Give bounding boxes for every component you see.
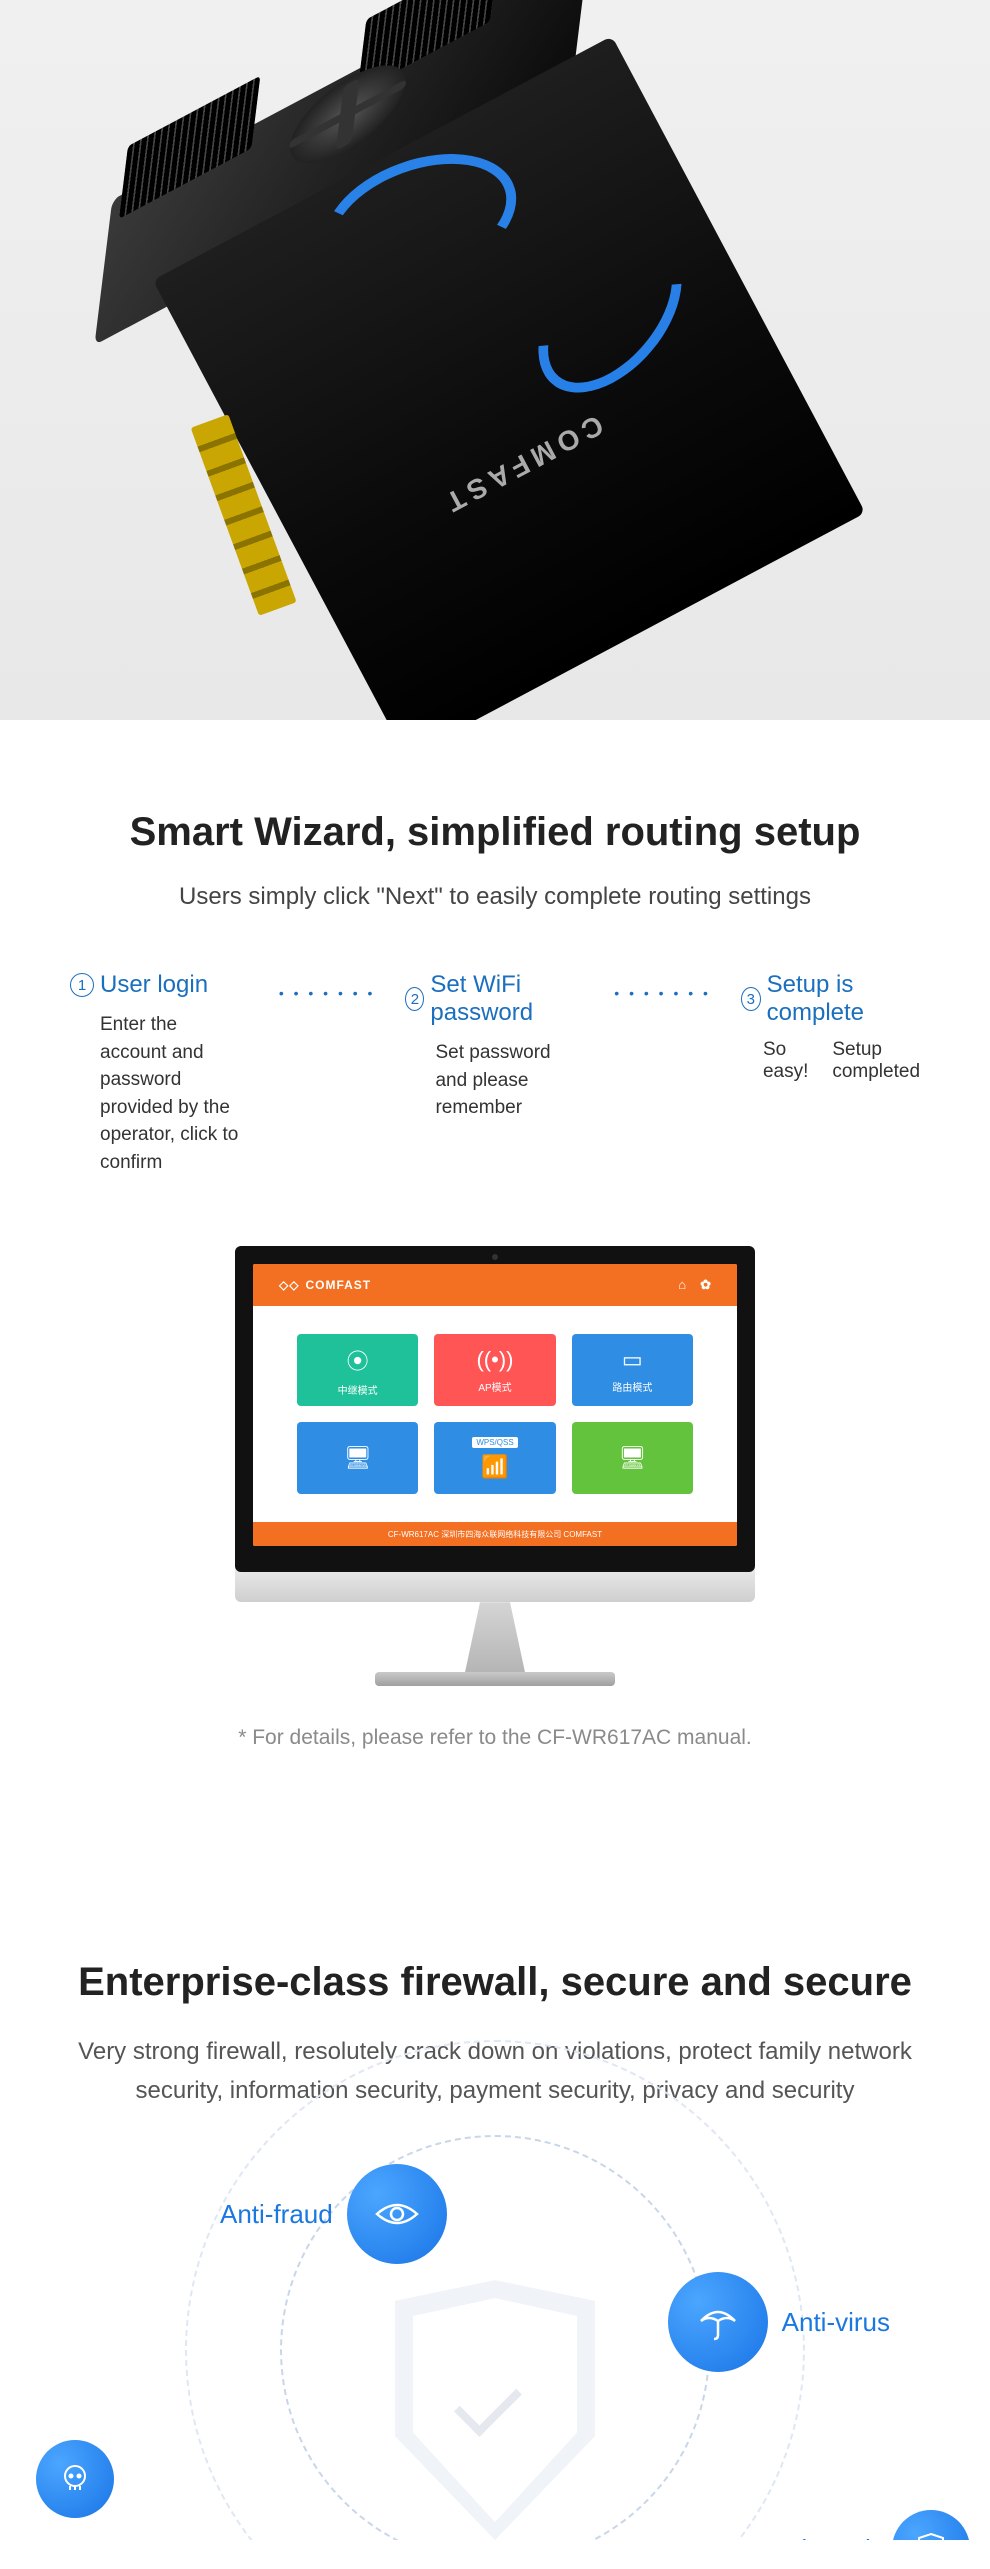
bubble-label: Anti-hijacking — [16, 2536, 171, 2540]
step-description: Set password and please remember — [405, 1039, 584, 1122]
wizard-step-1: 1 User login Enter the account and passw… — [70, 971, 249, 1176]
bubble-anti-virus: Anti-virus — [668, 2272, 890, 2372]
tile-label: 中继模式 — [338, 1382, 378, 1397]
skull-icon — [36, 2440, 114, 2518]
firewall-graphic: Anti-fraud Anti-virus Anti-hijacking Ant… — [40, 2180, 950, 2540]
wizard-step-2: 2 Set WiFi password Set password and ple… — [405, 971, 584, 1176]
dots-divider-icon: • • • • • • • — [614, 985, 711, 1001]
tile-network: 🖥 — [572, 1422, 693, 1494]
monitor-screen: ◇◇ COMFAST ⌂ ✿ ⦿ 中继模式 ((•)) AP模式 ▭ 路由模式 🖥 W… — [253, 1264, 737, 1546]
admin-brand-text: COMFAST — [305, 1278, 371, 1292]
tile-label: 路由模式 — [612, 1379, 652, 1394]
check-icon — [454, 2369, 522, 2437]
bubble-label: Anti-virus — [782, 2307, 890, 2338]
tile-router-mode: ▭ 路由模式 — [572, 1334, 693, 1406]
monitor-device-icon: 🖥 — [344, 1445, 372, 1471]
step-title: 2 Set WiFi password — [405, 971, 584, 1027]
admin-footer-bar: CF-WR617AC 深圳市四海众联网络科技有限公司 COMFAST — [253, 1522, 737, 1546]
step-title-text: Setup is complete — [767, 971, 920, 1027]
smart-wizard-section: Smart Wizard, simplified routing setup U… — [0, 720, 990, 1850]
router-icon: ▭ — [622, 1347, 643, 1373]
step-title-text: Set WiFi password — [430, 971, 584, 1027]
bubble-label: Anti-crack — [762, 2534, 878, 2541]
admin-brand-logo: ◇◇ COMFAST — [279, 1278, 371, 1292]
dots-divider-icon: • • • • • • • — [279, 985, 376, 1001]
admin-header-icons: ⌂ ✿ — [678, 1277, 711, 1293]
admin-tile-grid: ⦿ 中继模式 ((•)) AP模式 ▭ 路由模式 🖥 WPS/QSS 📶 🖥 — [253, 1306, 737, 1522]
eye-icon — [347, 2164, 447, 2264]
monitor-stand — [445, 1602, 545, 1672]
tile-relay-mode: ⦿ 中继模式 — [297, 1334, 418, 1406]
step-title-text: User login — [100, 971, 208, 999]
webcam-icon — [492, 1254, 498, 1260]
step-title: 1 User login — [70, 971, 249, 999]
tile-device: 🖥 — [297, 1422, 418, 1494]
admin-ui-monitor: ◇◇ COMFAST ⌂ ✿ ⦿ 中继模式 ((•)) AP模式 ▭ 路由模式 🖥 W… — [235, 1246, 755, 1686]
bubble-anti-hijacking: Anti-hijacking — [36, 2440, 114, 2518]
tile-ap-mode: ((•)) AP模式 — [434, 1334, 555, 1406]
router-device: COMFAST — [3, 0, 987, 720]
umbrella-icon — [668, 2272, 768, 2372]
firewall-section: Enterprise-class firewall, secure and se… — [0, 1850, 990, 2540]
step-number-badge: 3 — [741, 987, 761, 1011]
tile-wps: WPS/QSS 📶 — [434, 1422, 555, 1494]
bubble-anti-crack: Anti-crack — [762, 2510, 970, 2540]
step-number-badge: 2 — [405, 987, 424, 1011]
tile-label: AP模式 — [478, 1379, 511, 1394]
wps-badge: WPS/QSS — [472, 1437, 517, 1448]
wifi-icon: 📶 — [481, 1454, 508, 1480]
home-icon: ⌂ — [678, 1277, 686, 1293]
step3-desc-b: Setup completed — [832, 1039, 920, 1083]
step3-desc-a: So easy! — [763, 1039, 808, 1083]
wizard-steps-row: 1 User login Enter the account and passw… — [50, 971, 940, 1176]
broadcast-icon: ((•)) — [476, 1347, 513, 1373]
wizard-subheading: Users simply click "Next" to easily comp… — [50, 883, 940, 911]
step-title: 3 Setup is complete — [741, 971, 920, 1027]
antenna-icon: ⦿ — [347, 1344, 369, 1376]
wizard-step-3: 3 Setup is complete So easy! Setup compl… — [741, 971, 920, 1176]
monitor-base — [375, 1672, 615, 1686]
bubble-anti-fraud: Anti-fraud — [220, 2164, 447, 2264]
step-number-badge: 1 — [70, 973, 94, 997]
logo-icon: ◇◇ — [279, 1278, 299, 1292]
router-brand-logo: COMFAST — [435, 408, 608, 520]
gear-icon: ✿ — [700, 1277, 711, 1293]
step-description: Enter the account and password provided … — [70, 1011, 249, 1176]
shield-small-icon — [892, 2510, 970, 2540]
monitor-chin — [235, 1568, 755, 1602]
wizard-heading: Smart Wizard, simplified routing setup — [50, 810, 940, 855]
firewall-heading: Enterprise-class firewall, secure and se… — [40, 1960, 950, 2005]
router-hero-image: COMFAST — [0, 0, 990, 720]
wizard-footnote: * For details, please refer to the CF-WR… — [50, 1726, 940, 1750]
bubble-label: Anti-fraud — [220, 2199, 333, 2230]
monitor-signal-icon: 🖥 — [618, 1445, 646, 1471]
step-description: So easy! Setup completed — [741, 1039, 920, 1083]
monitor-bezel: ◇◇ COMFAST ⌂ ✿ ⦿ 中继模式 ((•)) AP模式 ▭ 路由模式 🖥 W… — [235, 1246, 755, 1572]
admin-header-bar: ◇◇ COMFAST ⌂ ✿ — [253, 1264, 737, 1306]
